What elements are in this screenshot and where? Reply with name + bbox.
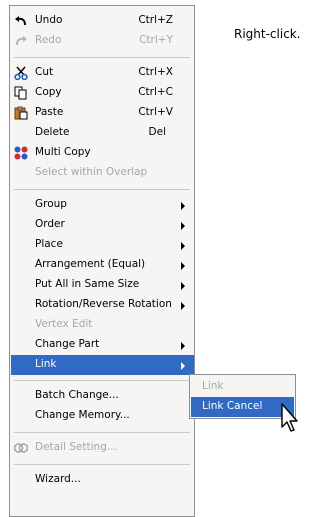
submenu-arrow-icon (181, 302, 185, 310)
menu-separator (14, 380, 190, 381)
menu-item-label: Link (35, 358, 57, 370)
menu-item-detail-setting: Detail Setting... (11, 438, 194, 458)
menu-item-label: Batch Change... (35, 389, 119, 401)
menu-item-cut[interactable]: Cut Ctrl+X (11, 63, 194, 83)
menu-item-group[interactable]: Group (11, 195, 194, 215)
multi-copy-icon (14, 146, 28, 160)
detail-setting-icon (14, 443, 28, 453)
menu-separator (14, 57, 190, 58)
menu-item-wizard[interactable]: Wizard... (11, 470, 194, 490)
mouse-pointer-icon (281, 403, 298, 432)
submenu-arrow-icon (181, 242, 185, 250)
menu-item-order[interactable]: Order (11, 215, 194, 235)
menu-item-label: Undo (35, 14, 63, 26)
scissors-icon (14, 66, 28, 80)
shortcut-text: Ctrl+C (138, 86, 173, 98)
menu-item-label: Link Cancel (202, 400, 263, 412)
menu-item-arrangement[interactable]: Arrangement (Equal) (11, 255, 194, 275)
menu-item-label: Place (35, 238, 63, 250)
redo-icon (16, 36, 27, 46)
menu-item-label: Link (202, 380, 224, 392)
paste-icon (14, 106, 28, 120)
submenu-item-link-cancel[interactable]: Link Cancel (191, 397, 294, 417)
menu-item-label: Redo (35, 34, 62, 46)
menu-item-label: Change Part (35, 338, 100, 350)
menu-item-label: Select within Overlap (35, 166, 148, 178)
menu-item-label: Group (35, 198, 67, 210)
shortcut-text: Ctrl+Z (138, 14, 173, 26)
context-menu: Undo Ctrl+Z Redo Ctrl+Y Cut Ctrl+X Copy … (9, 5, 195, 517)
menu-item-label: Order (35, 218, 65, 230)
submenu-arrow-icon (181, 262, 185, 270)
menu-item-redo: Redo Ctrl+Y (11, 31, 194, 51)
shortcut-text: Ctrl+Y (139, 34, 173, 46)
menu-item-link[interactable]: Link (11, 355, 194, 375)
menu-item-label: Cut (35, 66, 54, 78)
menu-item-change-part[interactable]: Change Part (11, 335, 194, 355)
menu-item-same-size[interactable]: Put All in Same Size (11, 275, 194, 295)
menu-item-vertex-edit: Vertex Edit (11, 315, 194, 335)
shortcut-text: Ctrl+X (138, 66, 173, 78)
menu-item-label: Wizard... (35, 473, 81, 485)
menu-item-rotation[interactable]: Rotation/Reverse Rotation (11, 295, 194, 315)
instruction-note: Right-click. (234, 27, 301, 41)
menu-item-batch-change[interactable]: Batch Change... (11, 386, 194, 406)
submenu-arrow-icon (181, 362, 185, 370)
copy-icon (14, 86, 27, 100)
submenu-item-link: Link (191, 377, 294, 397)
menu-item-change-memory[interactable]: Change Memory... (11, 406, 194, 426)
menu-item-label: Detail Setting... (35, 441, 117, 453)
menu-separator (14, 189, 190, 190)
menu-item-label: Delete (35, 126, 70, 138)
undo-icon (15, 16, 26, 26)
menu-item-select-within-overlap: Select within Overlap (11, 163, 194, 183)
submenu-arrow-icon (181, 202, 185, 210)
menu-item-label: Rotation/Reverse Rotation (35, 298, 172, 310)
shortcut-text: Del (148, 126, 166, 138)
menu-item-multi-copy[interactable]: Multi Copy (11, 143, 194, 163)
shortcut-text: Ctrl+V (138, 106, 173, 118)
menu-item-paste[interactable]: Paste Ctrl+V (11, 103, 194, 123)
submenu-arrow-icon (181, 282, 185, 290)
menu-item-label: Vertex Edit (35, 318, 93, 330)
submenu-arrow-icon (181, 222, 185, 230)
menu-item-copy[interactable]: Copy Ctrl+C (11, 83, 194, 103)
submenu-arrow-icon (181, 342, 185, 350)
menu-separator (14, 464, 190, 465)
menu-item-label: Copy (35, 86, 62, 98)
menu-separator (14, 432, 190, 433)
menu-item-label: Put All in Same Size (35, 278, 140, 290)
menu-item-label: Multi Copy (35, 146, 91, 158)
menu-item-label: Paste (35, 106, 64, 118)
menu-item-undo[interactable]: Undo Ctrl+Z (11, 11, 194, 31)
menu-item-delete[interactable]: Delete Del (11, 123, 194, 143)
menu-item-label: Change Memory... (35, 409, 130, 421)
menu-item-place[interactable]: Place (11, 235, 194, 255)
menu-item-label: Arrangement (Equal) (35, 258, 146, 270)
